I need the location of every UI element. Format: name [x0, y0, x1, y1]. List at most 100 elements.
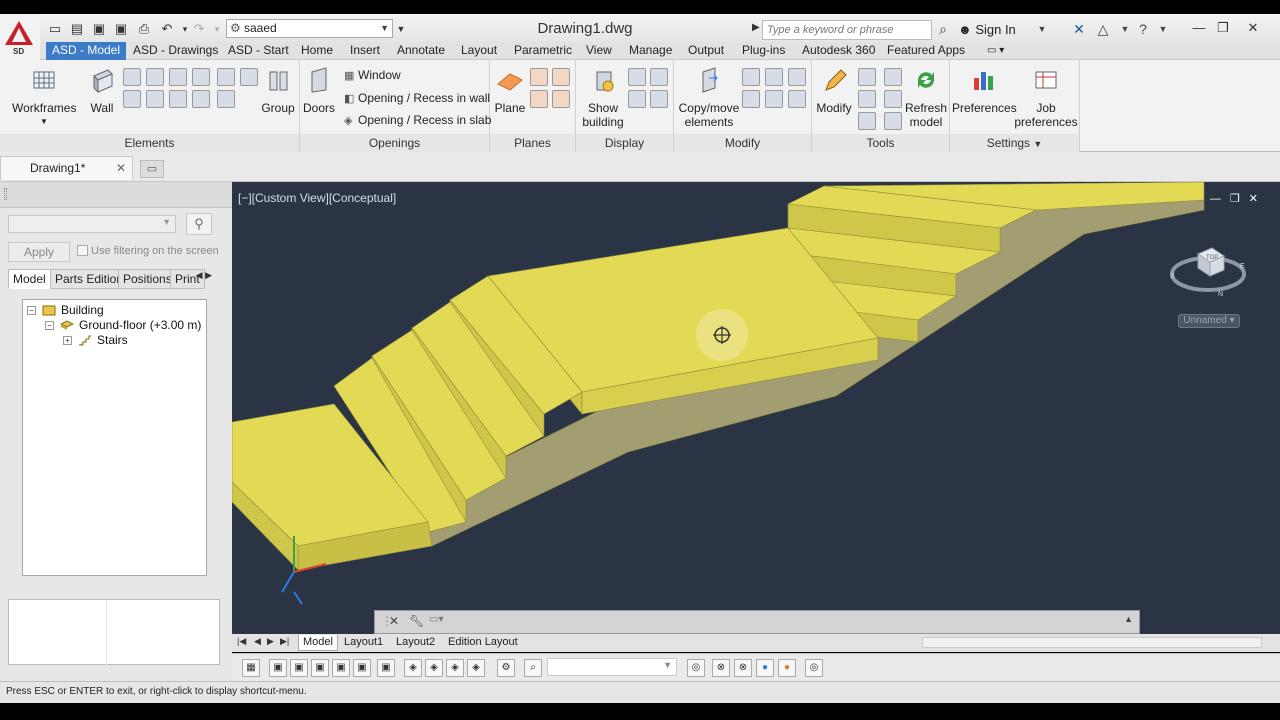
slab-icon[interactable] [146, 90, 164, 108]
status-tool-5-icon[interactable]: ▣ [332, 659, 350, 677]
tool-6-icon[interactable] [884, 112, 902, 130]
plane-tool-2-icon[interactable] [552, 68, 570, 86]
modify-tool-6-icon[interactable] [788, 90, 806, 108]
ucs-menu-button[interactable]: Unnamed ▾ [1178, 314, 1240, 328]
status-zoom-icon[interactable]: ⌕ [524, 659, 542, 677]
tool-4-icon[interactable] [884, 90, 902, 108]
close-tab-icon[interactable]: ✕ [116, 157, 126, 179]
filter-dropdown[interactable]: ▼ [8, 215, 176, 233]
qat-customize-icon[interactable]: ▼ [392, 20, 410, 38]
search-expand-icon[interactable]: ▶ [752, 22, 760, 33]
status-tool-7-icon[interactable]: ▣ [377, 659, 395, 677]
status-render-5-icon[interactable]: ◎ [805, 659, 823, 677]
print-icon[interactable]: ⎙ [135, 20, 153, 38]
more-dropdown-icon[interactable]: ▼ [1116, 20, 1134, 38]
copy-move-button[interactable]: Copy/move elements [678, 66, 740, 129]
modify-tool-1-icon[interactable] [742, 68, 760, 86]
floor-icon[interactable] [169, 90, 187, 108]
status-tool-4-icon[interactable]: ▣ [311, 659, 329, 677]
status-render-1-icon[interactable]: ⊗ [712, 659, 730, 677]
truss-icon[interactable] [169, 68, 187, 86]
roof-icon[interactable] [240, 68, 258, 86]
minimize-button[interactable]: — [1186, 20, 1212, 38]
show-building-button[interactable]: Show building [578, 66, 628, 129]
status-tool-10-icon[interactable]: ◈ [446, 659, 464, 677]
status-render-3-icon[interactable]: ● [756, 659, 774, 677]
tab-layout[interactable]: Layout [455, 42, 503, 60]
viewport-controls-label[interactable]: [−][Custom View][Conceptual] [238, 191, 396, 205]
doors-button[interactable]: Doors [302, 66, 336, 115]
pile-icon[interactable] [217, 90, 235, 108]
modify-tool-3-icon[interactable] [788, 68, 806, 86]
new-icon[interactable]: ▭ [46, 20, 64, 38]
tab-featured-apps[interactable]: Featured Apps [881, 42, 971, 60]
modify-tool-2-icon[interactable] [765, 68, 783, 86]
display-tool-2-icon[interactable] [650, 68, 668, 86]
bracing-icon[interactable] [192, 68, 210, 86]
close-button[interactable]: ✕ [1240, 20, 1266, 38]
status-tool-6-icon[interactable]: ▣ [353, 659, 371, 677]
undo-icon[interactable]: ↶ [158, 20, 176, 38]
tab-output[interactable]: Output [682, 42, 730, 60]
redo-icon[interactable]: ↷ [190, 20, 208, 38]
tool-5-icon[interactable] [858, 112, 876, 130]
tab-model[interactable]: Model [8, 269, 51, 289]
tree-node-stairs[interactable]: + Stairs [63, 333, 128, 347]
filter-icon[interactable]: ⚲ [186, 213, 212, 235]
status-dropdown[interactable]: ▼ [547, 658, 677, 676]
group-button[interactable]: Group [260, 66, 296, 115]
tab-scroll-arrows[interactable]: ◀ ▶ [188, 270, 218, 288]
tab-asd-drawings[interactable]: ASD - Drawings [127, 42, 224, 60]
plane-tool-1-icon[interactable] [530, 68, 548, 86]
close-command-icon[interactable]: ✕ [389, 614, 399, 628]
tab-home[interactable]: Home [295, 42, 339, 60]
use-filter-checkbox[interactable]: Use filtering on the screen [77, 245, 219, 257]
collapse-icon[interactable]: − [27, 306, 36, 315]
opening-wall-button[interactable]: ◧ Opening / Recess in wall [344, 91, 490, 105]
display-tool-1-icon[interactable] [628, 68, 646, 86]
panel-grip[interactable] [0, 182, 232, 208]
redo-dropdown-icon[interactable]: ▾ [208, 20, 226, 38]
new-tab-button[interactable]: ▭ [140, 160, 164, 178]
status-tool-11-icon[interactable]: ◈ [467, 659, 485, 677]
command-history-icon[interactable]: ▲ [1124, 614, 1133, 624]
drawing-viewport[interactable]: [−][Custom View][Conceptual] — ❐ ✕ TOP S… [232, 182, 1280, 634]
status-tool-8-icon[interactable]: ◈ [404, 659, 422, 677]
application-menu-button[interactable]: SD [0, 14, 40, 60]
display-tool-4-icon[interactable] [650, 90, 668, 108]
tab-view[interactable]: View [580, 42, 618, 60]
purlin-icon[interactable] [217, 68, 235, 86]
document-tab[interactable]: Drawing1* ✕ [0, 156, 133, 180]
tab-insert[interactable]: Insert [344, 42, 386, 60]
viewport-window-controls[interactable]: — ❐ ✕ [1210, 192, 1258, 205]
command-line[interactable]: ⋮ ✕ 🔧︎ ▭▾ ▲ [374, 610, 1140, 634]
workframes-button[interactable]: Workframes ▼ [12, 66, 76, 129]
status-tool-2-icon[interactable]: ▣ [269, 659, 287, 677]
exchange-apps-icon[interactable]: ✕ [1070, 20, 1088, 38]
help-dropdown-icon[interactable]: ▼ [1154, 20, 1172, 38]
modify-tool-5-icon[interactable] [765, 90, 783, 108]
tab-parts-edition[interactable]: Parts Edition [50, 269, 129, 289]
status-render-4-icon[interactable]: ● [778, 659, 796, 677]
tab-asd-model[interactable]: ASD - Model [46, 42, 127, 60]
workspace-selector[interactable]: ⚙ saaed ▼ [226, 19, 393, 38]
tab-layout-model[interactable]: Model [298, 635, 338, 651]
tab-layout2[interactable]: Layout2 [392, 635, 439, 651]
status-tool-12-icon[interactable]: ⚙ [497, 659, 515, 677]
ribbon-toggle-icon[interactable]: ▭ ▾ [981, 42, 1010, 60]
display-tool-3-icon[interactable] [628, 90, 646, 108]
tab-plug-ins[interactable]: Plug-ins [736, 42, 791, 60]
modify-tool-4-icon[interactable] [742, 90, 760, 108]
tab-asd-start[interactable]: ASD - Start [222, 42, 295, 60]
status-tool-1-icon[interactable]: ▦ [242, 659, 260, 677]
last-layout-icon[interactable]: ▶| [280, 636, 289, 647]
plane-button[interactable]: Plane [494, 66, 526, 115]
opening-slab-button[interactable]: ◈ Opening / Recess in slab [344, 113, 491, 127]
panel-title-settings[interactable]: Settings ▼ [950, 134, 1079, 152]
tool-3-icon[interactable] [858, 90, 876, 108]
tab-layout1[interactable]: Layout1 [340, 635, 387, 651]
tab-autodesk-360[interactable]: Autodesk 360 [796, 42, 881, 60]
tool-1-icon[interactable] [858, 68, 876, 86]
search-input[interactable]: Type a keyword or phrase [762, 20, 932, 40]
job-preferences-button[interactable]: Job preferences [1014, 66, 1078, 129]
